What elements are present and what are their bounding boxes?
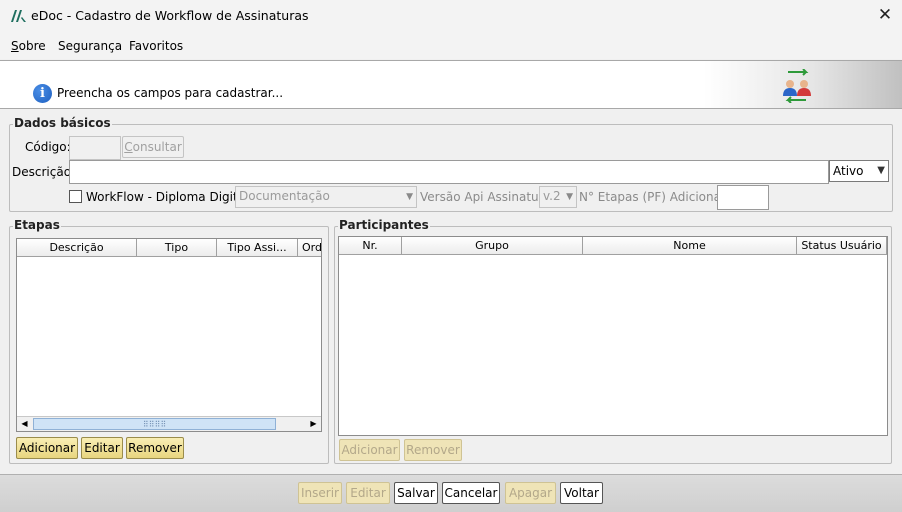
apagar-button[interactable]: Apagar [505, 482, 556, 504]
versao-api-label: Versão Api Assinatura: [420, 190, 555, 204]
window-title: eDoc - Cadastro de Workflow de Assinatur… [31, 8, 309, 23]
etapas-editar-button[interactable]: Editar [81, 437, 123, 459]
inserir-button[interactable]: Inserir [298, 482, 342, 504]
participantes-adicionar-button[interactable]: Adicionar [339, 439, 400, 461]
etapas-col-tipo[interactable]: Tipo [137, 239, 217, 257]
participantes-table[interactable]: Nr. Grupo Nome Status Usuário [338, 236, 888, 436]
chevron-down-icon: ▼ [566, 192, 573, 202]
close-icon[interactable]: ✕ [872, 4, 898, 26]
participantes-col-nr[interactable]: Nr. [339, 237, 402, 255]
info-banner: i Preencha os campos para cadastrar... [0, 60, 902, 109]
chevron-down-icon: ▼ [877, 165, 885, 176]
etapas-legend: Etapas [13, 218, 61, 232]
etapas-col-tipo-assinatura[interactable]: Tipo Assi... [217, 239, 298, 257]
participantes-col-grupo[interactable]: Grupo [402, 237, 583, 255]
scroll-left-icon[interactable]: ◀ [17, 417, 32, 431]
chevron-down-icon: ▼ [406, 192, 413, 202]
workflow-checkbox-label: WorkFlow - Diploma Digital [86, 190, 249, 204]
menu-item-seguranca[interactable]: Segurança [58, 39, 122, 53]
menu-item-sobre[interactable]: Sobre [11, 39, 46, 53]
info-icon: i [33, 84, 52, 103]
consultar-button[interactable]: Consultar [122, 136, 184, 158]
etapas-table[interactable]: Descrição Tipo Tipo Assi... Ord ◀ ⠿⠿⠿⠿ ▶ [16, 238, 322, 432]
versao-api-select-value: v.2 [543, 189, 561, 203]
dados-basicos-legend: Dados básicos [13, 116, 112, 130]
etapas-adicionais-field[interactable] [717, 185, 769, 210]
voltar-button[interactable]: Voltar [560, 482, 603, 504]
participantes-remover-button[interactable]: Remover [404, 439, 462, 461]
scroll-right-icon[interactable]: ▶ [306, 417, 321, 431]
descricao-label: Descrição: [12, 165, 76, 179]
etapas-adicionar-button[interactable]: Adicionar [16, 437, 78, 459]
status-select-value: Ativo [833, 164, 864, 178]
salvar-button[interactable]: Salvar [394, 482, 438, 504]
documentacao-select[interactable]: Documentação ▼ [235, 186, 417, 208]
versao-api-select[interactable]: v.2 ▼ [539, 186, 577, 208]
etapas-col-ordem[interactable]: Ord [298, 239, 321, 257]
info-message: Preencha os campos para cadastrar... [57, 86, 284, 100]
participantes-col-status-usuario[interactable]: Status Usuário [797, 237, 887, 255]
cancelar-button[interactable]: Cancelar [442, 482, 500, 504]
documentacao-select-value: Documentação [239, 189, 330, 203]
etapas-horizontal-scrollbar[interactable]: ◀ ⠿⠿⠿⠿ ▶ [17, 416, 321, 431]
etapas-remover-button[interactable]: Remover [126, 437, 184, 459]
status-select[interactable]: Ativo ▼ [829, 160, 889, 182]
users-exchange-icon [783, 69, 811, 103]
app-logo-icon [11, 10, 26, 22]
editar-button[interactable]: Editar [346, 482, 390, 504]
participantes-legend: Participantes [338, 218, 430, 232]
scrollbar-thumb[interactable]: ⠿⠿⠿⠿ [33, 418, 276, 430]
menu-item-favoritos[interactable]: Favoritos [129, 39, 183, 53]
menu-bar: Sobre Segurança Favoritos [0, 31, 902, 59]
descricao-field[interactable] [69, 160, 829, 184]
etapas-adicionais-label: N° Etapas (PF) Adicionais: [579, 190, 735, 204]
etapas-col-descricao[interactable]: Descrição [17, 239, 137, 257]
title-bar: eDoc - Cadastro de Workflow de Assinatur… [0, 0, 902, 31]
bottom-toolbar: Inserir Editar Salvar Cancelar Apagar Vo… [0, 474, 902, 512]
participantes-col-nome[interactable]: Nome [583, 237, 797, 255]
codigo-label: Código: [25, 140, 71, 154]
codigo-field[interactable] [69, 136, 121, 160]
workflow-checkbox[interactable] [69, 190, 82, 203]
